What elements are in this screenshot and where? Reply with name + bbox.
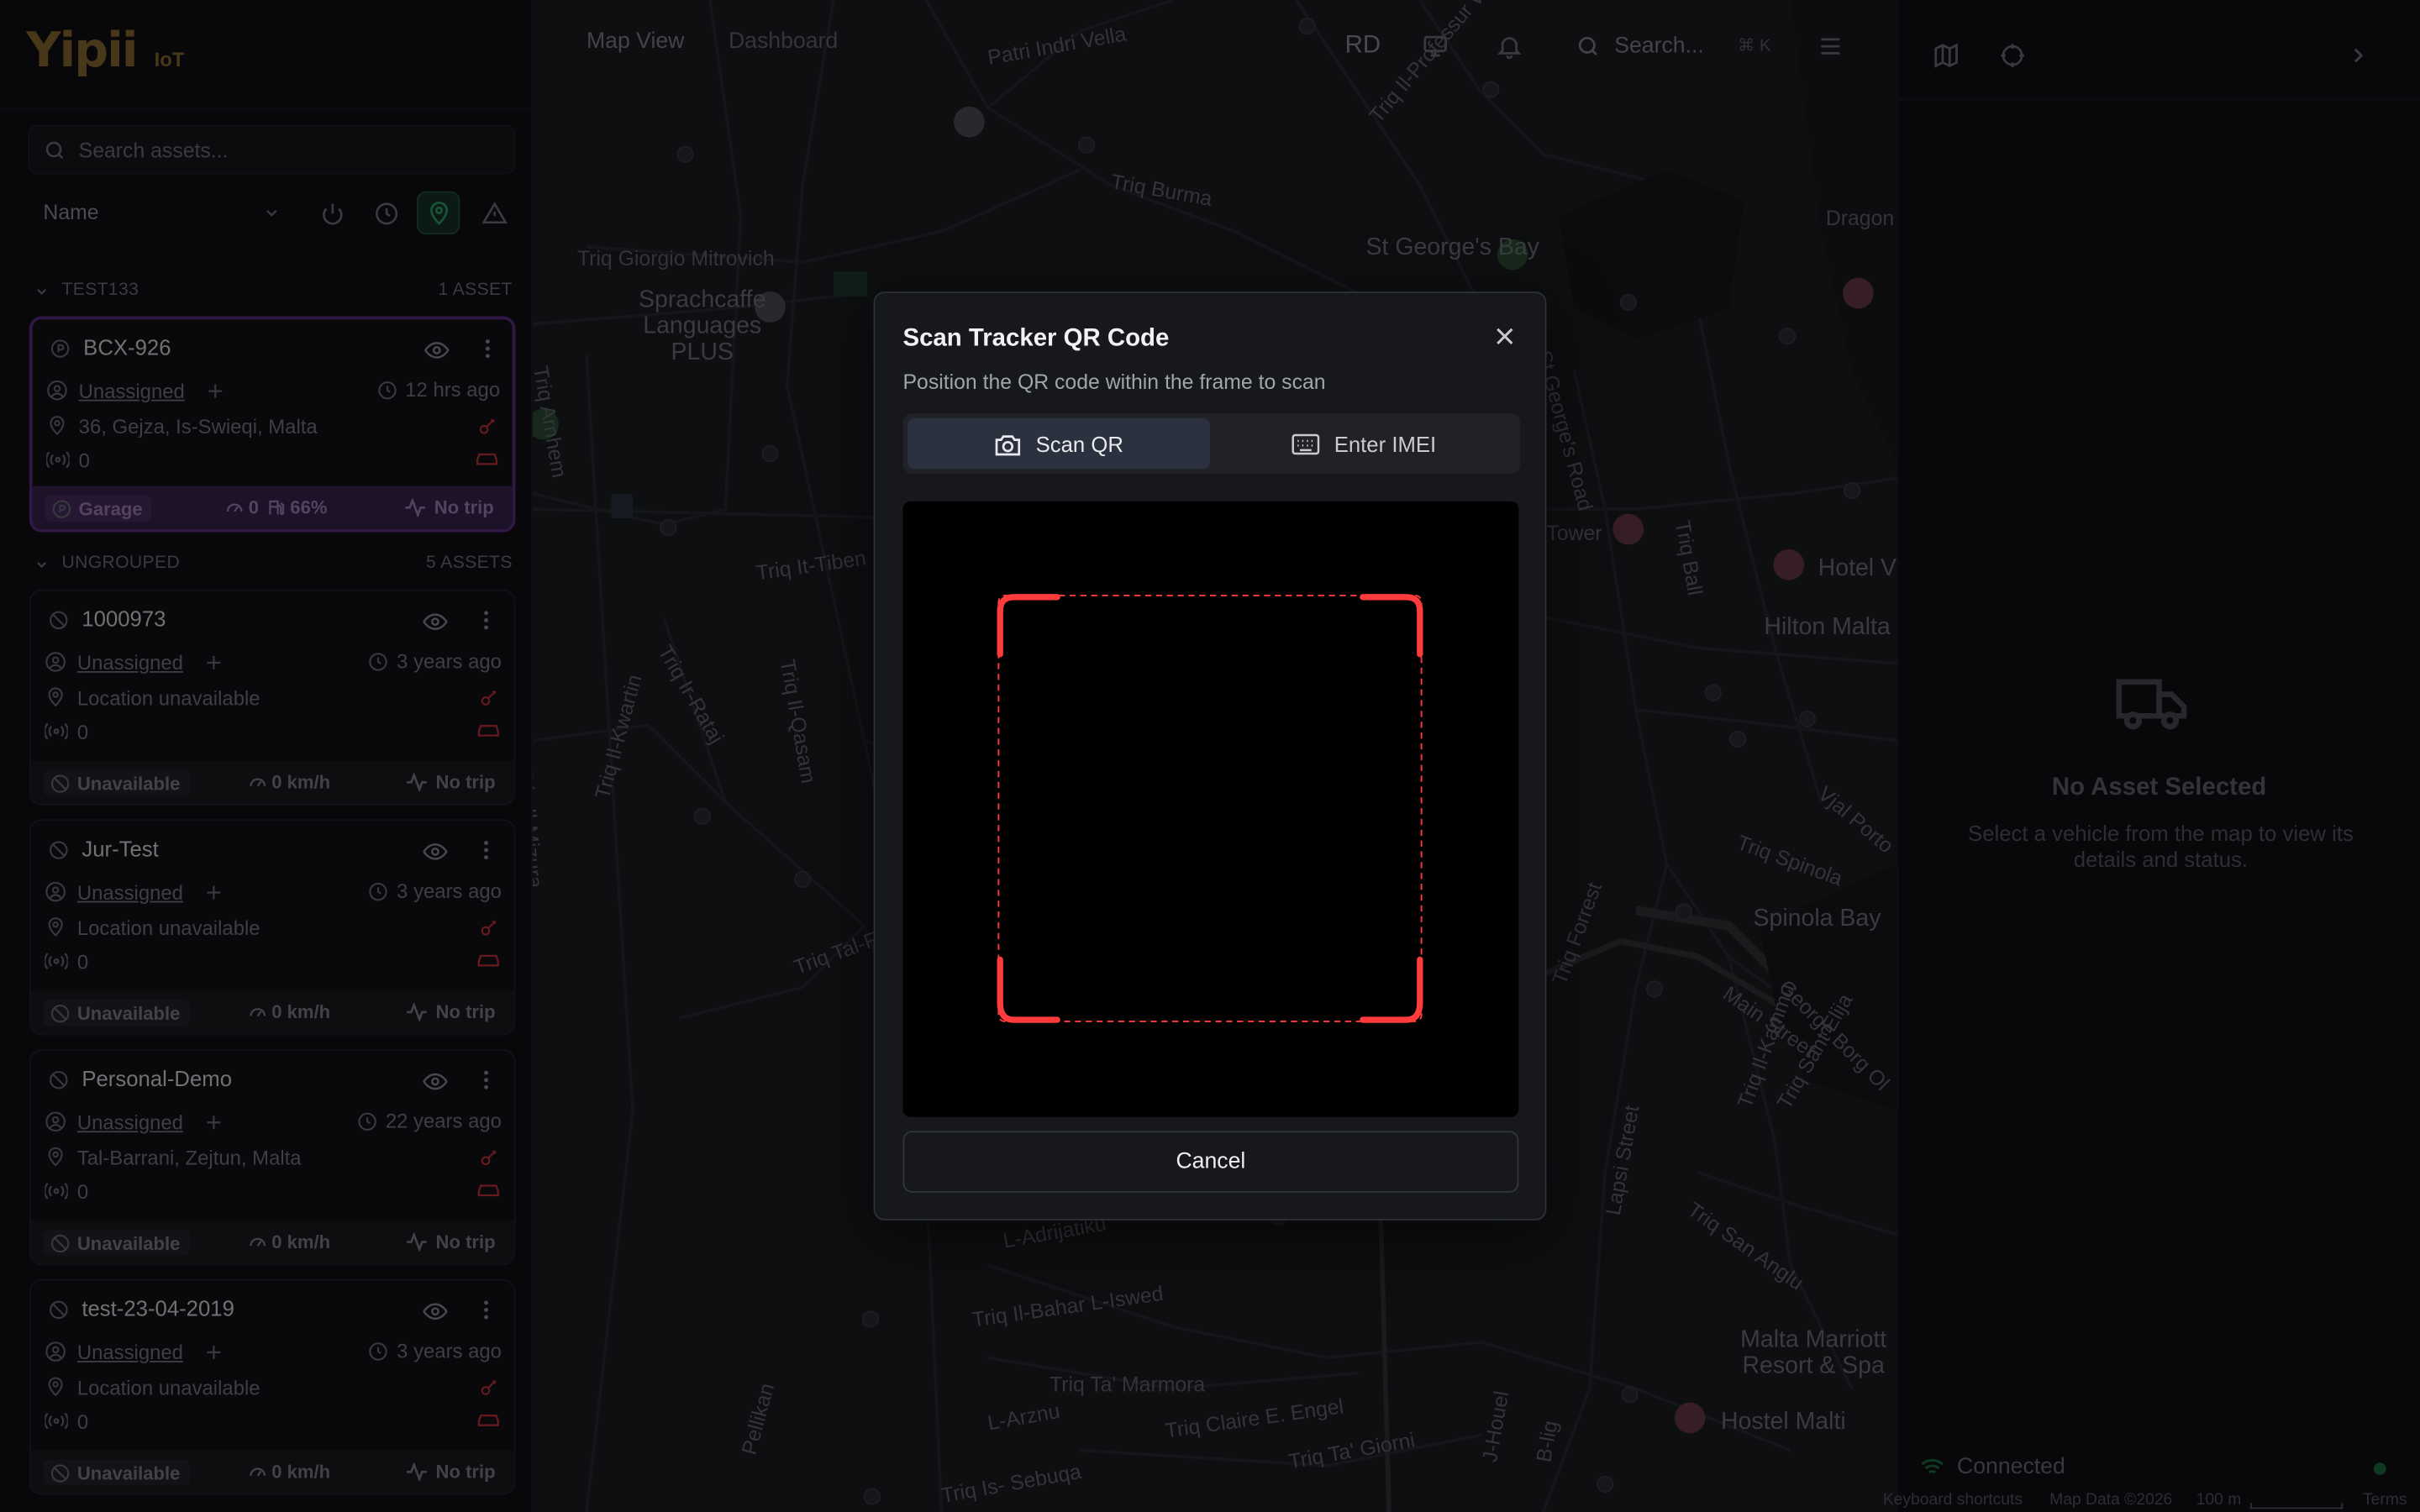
- tab-enter-imei-label: Enter IMEI: [1334, 431, 1437, 456]
- tab-scan-qr[interactable]: Scan QR: [908, 417, 1211, 470]
- close-icon[interactable]: [1492, 324, 1517, 349]
- camera-icon: [995, 434, 1021, 455]
- qr-scan-frame: [997, 594, 1423, 1023]
- cancel-button[interactable]: Cancel: [902, 1131, 1519, 1193]
- keyboard-icon: [1292, 433, 1321, 454]
- scan-qr-dialog: Scan Tracker QR Code Position the QR cod…: [873, 291, 1547, 1221]
- scan-mode-tabs: Scan QR Enter IMEI: [902, 413, 1521, 474]
- dialog-description: Position the QR code within the frame to…: [902, 370, 1326, 394]
- tab-scan-qr-label: Scan QR: [1035, 431, 1123, 456]
- dialog-title: Scan Tracker QR Code: [902, 325, 1170, 352]
- tab-enter-imei[interactable]: Enter IMEI: [1213, 418, 1516, 470]
- app-root: Patri Indri Vella Triq Burma Triq Giorgio …: [0, 0, 2420, 1512]
- camera-viewfinder: [902, 501, 1519, 1117]
